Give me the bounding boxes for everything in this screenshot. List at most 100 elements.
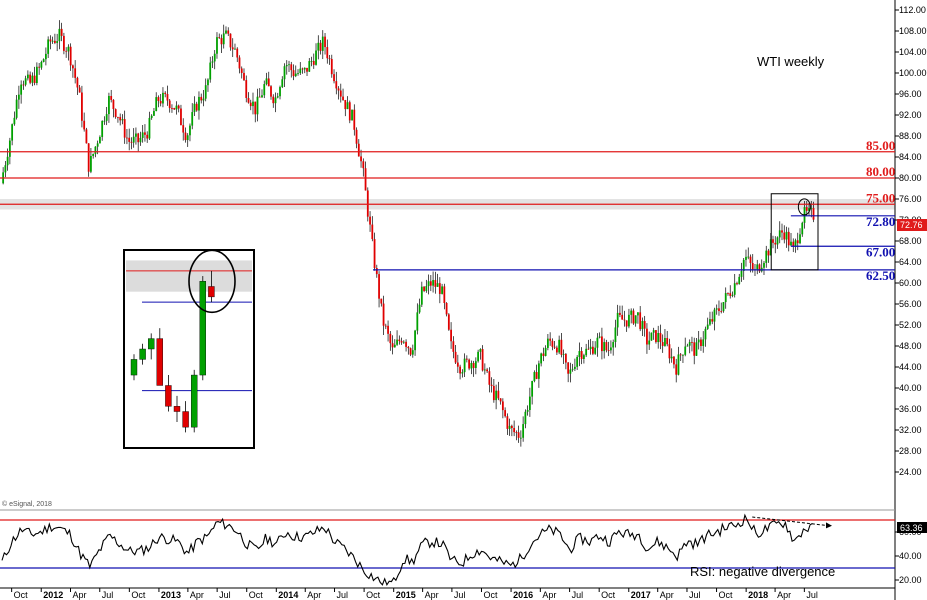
candle-body <box>49 39 52 42</box>
candle-body <box>56 41 59 43</box>
candle-body <box>249 102 252 107</box>
candle-body <box>108 95 110 115</box>
candle-body <box>207 79 209 86</box>
candle-body <box>76 77 79 88</box>
candle-body <box>243 72 245 81</box>
candle-body <box>202 98 205 101</box>
time-tick-label: 2013 <box>161 590 181 600</box>
candle-body <box>619 312 621 315</box>
candle-body <box>614 327 617 343</box>
candle-body <box>533 372 536 382</box>
candle-body <box>650 332 653 341</box>
time-tick-label: Oct <box>131 590 146 600</box>
candle-body <box>510 425 513 429</box>
candle-body <box>812 207 815 220</box>
time-tick-label: 2012 <box>43 590 63 600</box>
price-tick-label: 96.00 <box>899 89 922 99</box>
time-tick-label: Oct <box>601 590 616 600</box>
candle-body <box>546 338 549 348</box>
candle-body <box>673 356 675 365</box>
candle-body <box>270 86 272 97</box>
candle-body <box>373 239 376 268</box>
candle-body <box>774 242 777 245</box>
candle-body <box>610 347 612 351</box>
support-label: 62.50 <box>866 268 895 283</box>
candle-body <box>252 101 254 107</box>
candle-body <box>450 329 452 342</box>
candle-body <box>445 302 448 315</box>
candle-body <box>628 314 630 327</box>
candle-body <box>736 283 738 285</box>
candle-body <box>718 308 720 312</box>
candle-body <box>346 102 349 110</box>
candle-body <box>686 345 689 347</box>
candle-body <box>418 304 421 313</box>
candle-body <box>659 332 662 343</box>
candle-body <box>796 240 799 244</box>
candle-body <box>44 53 47 60</box>
inset-candle-body <box>147 338 155 350</box>
candle-body <box>157 97 160 101</box>
candle-body <box>749 256 752 264</box>
candle-body <box>772 239 774 243</box>
candle-body <box>238 57 241 69</box>
time-axis: Oct 2012 Apr Jul Oct 2013 Apr Jul Oct 2014 Apr Jul O… <box>11 588 818 600</box>
candle-body <box>583 355 585 360</box>
candle-body <box>724 293 727 303</box>
candle-body <box>63 35 65 51</box>
candle-body <box>15 99 18 118</box>
candle-body <box>29 74 32 83</box>
time-tick-label: Apr <box>777 590 791 600</box>
candle-body <box>474 361 477 368</box>
candle-body <box>216 37 218 54</box>
time-tick-label: Jul <box>337 590 349 600</box>
candle-body <box>526 409 529 412</box>
candle-body <box>110 95 113 100</box>
candle-body <box>303 67 306 70</box>
candle-body <box>679 354 682 356</box>
candle-body <box>767 250 770 256</box>
candle-body <box>747 256 750 258</box>
candle-body <box>722 302 725 312</box>
time-tick-label: Jul <box>572 590 584 600</box>
candle-body <box>551 340 554 347</box>
candle-body <box>294 73 297 77</box>
candle-body <box>290 64 293 71</box>
candle-body <box>632 310 635 324</box>
candle-body <box>585 348 588 356</box>
support-label: 67.00 <box>866 244 895 259</box>
candle-body <box>139 137 142 143</box>
time-tick-label: Oct <box>14 590 29 600</box>
candle-body <box>227 30 230 34</box>
candle-body <box>432 280 434 286</box>
candle-body <box>330 58 333 75</box>
candle-body <box>258 96 261 98</box>
candle-body <box>517 432 520 438</box>
candle-body <box>168 100 171 109</box>
inset-candle-body <box>165 385 172 407</box>
candle-body <box>497 390 500 399</box>
candle-body <box>630 310 633 315</box>
candle-body <box>655 330 657 343</box>
candle-body <box>601 336 603 352</box>
candle-body <box>459 366 461 374</box>
candle-body <box>569 369 572 374</box>
rsi-divergence-line <box>752 516 827 526</box>
price-tick-label: 76.00 <box>899 194 922 204</box>
candle-body <box>164 92 167 95</box>
candle-body <box>531 381 534 397</box>
candle-body <box>558 339 561 353</box>
support-label: 72.80 <box>866 214 895 229</box>
candle-body <box>87 143 90 172</box>
candle-body <box>434 280 437 287</box>
candle-body <box>414 330 416 351</box>
candle-body <box>564 354 567 363</box>
candle-body <box>342 96 344 101</box>
candle-body <box>256 96 259 115</box>
candle-body <box>22 84 25 86</box>
candle-body <box>344 100 347 110</box>
candle-body <box>479 349 482 352</box>
candle-body <box>265 78 268 85</box>
candle-body <box>180 108 182 126</box>
candle-body <box>589 346 592 349</box>
